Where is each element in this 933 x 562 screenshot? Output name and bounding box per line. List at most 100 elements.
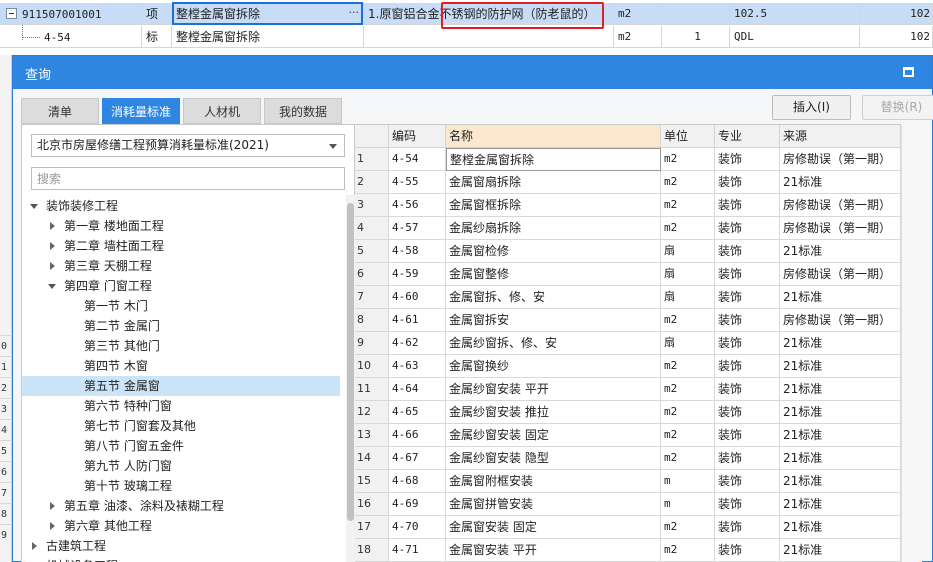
table-row[interactable]: 15 4-68 金属窗附框安装 m 装饰 21标准 bbox=[355, 470, 901, 493]
quota-name-cell[interactable]: 金属窗拼管安装 bbox=[446, 493, 661, 516]
source-cell[interactable]: 21标准 bbox=[780, 470, 901, 493]
unit-cell[interactable]: 扇 bbox=[661, 286, 715, 309]
tree-scrollbar[interactable] bbox=[346, 195, 355, 562]
source-cell[interactable]: 房修勘误（第一期） bbox=[780, 217, 901, 240]
major-cell[interactable]: 装饰 bbox=[715, 516, 780, 539]
quota-code-cell[interactable]: 4-60 bbox=[389, 286, 446, 309]
tree-node[interactable]: 第八节 门窗五金件 bbox=[22, 436, 340, 456]
tree-node[interactable]: 第五章 油漆、涂料及裱糊工程 bbox=[22, 496, 340, 516]
source-cell[interactable]: 21标准 bbox=[780, 424, 901, 447]
quota-code-cell[interactable]: 4-54 bbox=[389, 148, 446, 171]
major-cell[interactable]: 装饰 bbox=[715, 240, 780, 263]
source-cell[interactable]: 房修勘误（第一期） bbox=[780, 148, 901, 171]
table-row[interactable]: 1 4-54 整樘金属窗拆除 m2 装饰 房修勘误（第一期） bbox=[355, 148, 901, 171]
quota-name-cell[interactable]: 金属窗换纱 bbox=[446, 355, 661, 378]
quota-code-cell[interactable]: 4-62 bbox=[389, 332, 446, 355]
table-row[interactable]: 18 4-71 金属窗安装 平开 m2 装饰 21标准 bbox=[355, 539, 901, 562]
table-row[interactable]: 13 4-66 金属纱窗安装 固定 m2 装饰 21标准 bbox=[355, 424, 901, 447]
unit-cell[interactable]: m2 bbox=[661, 217, 715, 240]
table-row[interactable]: 12 4-65 金属纱窗安装 推拉 m2 装饰 21标准 bbox=[355, 401, 901, 424]
unit-cell[interactable]: m2 bbox=[661, 401, 715, 424]
tab-consumption-standard[interactable]: 消耗量标准 bbox=[102, 98, 180, 124]
collapse-icon[interactable] bbox=[6, 8, 17, 19]
major-cell[interactable]: 装饰 bbox=[715, 217, 780, 240]
replace-button[interactable]: 替换(R) bbox=[862, 95, 933, 120]
quota-name-cell[interactable]: 金属纱窗安装 推拉 bbox=[446, 401, 661, 424]
unit-cell[interactable]: m bbox=[661, 493, 715, 516]
source-cell[interactable]: 21标准 bbox=[780, 286, 901, 309]
unit-cell[interactable]: m bbox=[661, 470, 715, 493]
expand-down-icon[interactable] bbox=[30, 204, 38, 209]
quota-code-cell[interactable]: 4-64 bbox=[389, 378, 446, 401]
search-input[interactable] bbox=[32, 168, 344, 189]
tab-labor-material-machine[interactable]: 人材机 bbox=[183, 98, 261, 124]
tree-node[interactable]: 第一节 木门 bbox=[22, 296, 340, 316]
unit-cell[interactable]: m2 bbox=[661, 194, 715, 217]
tree-node[interactable]: 第十节 玻璃工程 bbox=[22, 476, 340, 496]
source-cell[interactable]: 房修勘误（第一期） bbox=[780, 194, 901, 217]
tree-node[interactable]: 第三节 其他门 bbox=[22, 336, 340, 356]
quota-code-cell[interactable]: 4-61 bbox=[389, 309, 446, 332]
quota-code-cell[interactable]: 4-63 bbox=[389, 355, 446, 378]
search-field[interactable] bbox=[31, 167, 345, 190]
header-code[interactable]: 编码 bbox=[389, 125, 446, 148]
quota-name-cell[interactable]: 金属窗框拆除 bbox=[446, 194, 661, 217]
insert-button[interactable]: 插入(I) bbox=[772, 95, 851, 120]
tree-node[interactable]: 第一章 楼地面工程 bbox=[22, 216, 340, 236]
quota-name-cell[interactable]: 金属纱窗安装 隐型 bbox=[446, 447, 661, 470]
quota-code-cell[interactable]: 4-59 bbox=[389, 263, 446, 286]
header-source[interactable]: 来源 bbox=[780, 125, 901, 148]
expand-right-icon[interactable] bbox=[50, 242, 55, 250]
tree-node[interactable]: 第三章 天棚工程 bbox=[22, 256, 340, 276]
tree-node[interactable]: 第六章 其他工程 bbox=[22, 516, 340, 536]
tree-scrollbar-thumb[interactable] bbox=[347, 203, 354, 521]
header-name[interactable]: 名称 bbox=[446, 125, 661, 148]
table-row[interactable]: 14 4-67 金属纱窗安装 隐型 m2 装饰 21标准 bbox=[355, 447, 901, 470]
unit-cell[interactable]: m2 bbox=[661, 355, 715, 378]
major-cell[interactable]: 装饰 bbox=[715, 493, 780, 516]
table-row[interactable]: 2 4-55 金属窗扇拆除 m2 装饰 21标准 bbox=[355, 171, 901, 194]
quota-code-cell[interactable]: 4-66 bbox=[389, 424, 446, 447]
source-cell[interactable]: 房修勘误（第一期） bbox=[780, 263, 901, 286]
quota-name-cell[interactable]: 金属窗拆安 bbox=[446, 309, 661, 332]
header-unit[interactable]: 单位 bbox=[661, 125, 715, 148]
source-cell[interactable]: 21标准 bbox=[780, 539, 901, 562]
tree-node[interactable]: 装饰装修工程 bbox=[22, 196, 340, 216]
tree-node[interactable]: 第二节 金属门 bbox=[22, 316, 340, 336]
table-row[interactable]: 8 4-61 金属窗拆安 m2 装饰 房修勘误（第一期） bbox=[355, 309, 901, 332]
table-row[interactable]: 7 4-60 金属窗拆、修、安扇装饰 21标准 bbox=[355, 286, 901, 309]
major-cell[interactable]: 装饰 bbox=[715, 309, 780, 332]
maximize-icon[interactable] bbox=[903, 67, 914, 77]
quota-code-cell[interactable]: 4-58 bbox=[389, 240, 446, 263]
quota-row[interactable]: 4-54 标 整樘金属窗拆除 m2 1 QDL 102 bbox=[0, 26, 933, 48]
expand-right-icon[interactable] bbox=[50, 222, 55, 230]
unit-cell[interactable]: 扇 bbox=[661, 332, 715, 355]
table-row[interactable]: 17 4-70 金属窗安装 固定 m2 装饰 21标准 bbox=[355, 516, 901, 539]
quota-name-cell[interactable]: 金属窗整修 bbox=[446, 263, 661, 286]
tree-node[interactable]: 第四章 门窗工程 bbox=[22, 276, 340, 296]
quota-name-cell[interactable]: 金属纱扇拆除 bbox=[446, 217, 661, 240]
tree-node[interactable]: 机械设备工程 bbox=[22, 556, 340, 562]
tree-node[interactable]: 第九节 人防门窗 bbox=[22, 456, 340, 476]
quota-code-cell[interactable]: 4-67 bbox=[389, 447, 446, 470]
quota-code-cell[interactable]: 4-65 bbox=[389, 401, 446, 424]
header-major[interactable]: 专业 bbox=[715, 125, 780, 148]
tree-node[interactable]: 第七节 门窗套及其他 bbox=[22, 416, 340, 436]
quota-name-cell[interactable]: 金属窗附框安装 bbox=[446, 470, 661, 493]
source-cell[interactable]: 21标准 bbox=[780, 401, 901, 424]
expand-right-icon[interactable] bbox=[50, 522, 55, 530]
major-cell[interactable]: 装饰 bbox=[715, 470, 780, 493]
major-cell[interactable]: 装饰 bbox=[715, 194, 780, 217]
quota-name-cell[interactable]: 金属纱窗安装 平开 bbox=[446, 378, 661, 401]
table-row[interactable]: 6 4-59 金属窗整修扇装饰 房修勘误（第一期） bbox=[355, 263, 901, 286]
major-cell[interactable]: 装饰 bbox=[715, 539, 780, 562]
table-row[interactable]: 4 4-57 金属纱扇拆除 m2 装饰 房修勘误（第一期） bbox=[355, 217, 901, 240]
unit-cell[interactable]: m2 bbox=[661, 171, 715, 194]
unit-cell[interactable]: 扇 bbox=[661, 240, 715, 263]
expand-down-icon[interactable] bbox=[48, 284, 56, 289]
source-cell[interactable]: 21标准 bbox=[780, 240, 901, 263]
tab-bill-list[interactable]: 清单 bbox=[21, 98, 99, 124]
major-cell[interactable]: 装饰 bbox=[715, 355, 780, 378]
source-cell[interactable]: 21标准 bbox=[780, 447, 901, 470]
major-cell[interactable]: 装饰 bbox=[715, 171, 780, 194]
